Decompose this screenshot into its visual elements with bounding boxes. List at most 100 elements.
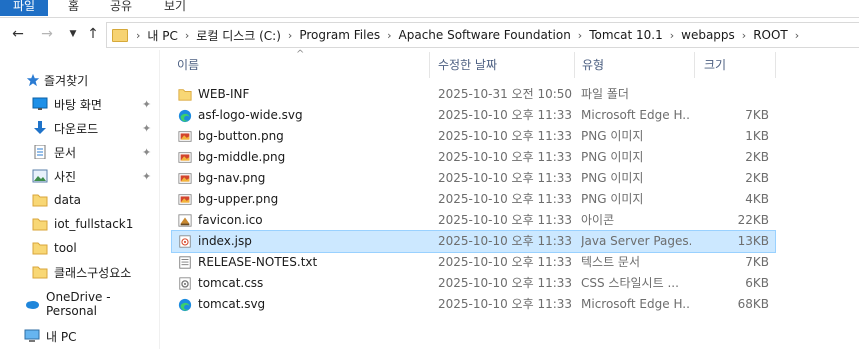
crumb-program-files[interactable]: Program Files xyxy=(299,28,380,42)
sidebar-item-pictures[interactable]: 사진 ✦ xyxy=(32,164,159,188)
pin-icon[interactable]: ✦ xyxy=(142,98,151,111)
crumb-tomcat[interactable]: Tomcat 10.1 xyxy=(589,28,663,42)
edge-icon xyxy=(178,298,192,312)
column-divider[interactable] xyxy=(574,52,575,78)
file-name: tomcat.svg xyxy=(198,297,266,311)
file-date: 2025-10-10 오후 11:33 xyxy=(438,192,573,206)
file-size: 4KB xyxy=(745,192,769,206)
sidebar-item-desktop[interactable]: 바탕 화면 ✦ xyxy=(32,92,159,116)
crumb-webapps[interactable]: webapps xyxy=(681,28,735,42)
sidebar-item-downloads[interactable]: 다운로드 ✦ xyxy=(32,116,159,140)
sidebar-item-tool[interactable]: tool xyxy=(32,236,159,260)
file-size: 2KB xyxy=(745,150,769,164)
folder-icon xyxy=(32,242,48,255)
column-header-size[interactable]: 크기 xyxy=(704,52,764,78)
file-type: CSS 스타일시트 ... xyxy=(581,276,679,290)
css-icon xyxy=(179,277,191,290)
folder-icon xyxy=(178,89,192,101)
sidebar-item-label: OneDrive - Personal xyxy=(46,290,111,318)
file-row[interactable]: favicon.ico 2025-10-10 오후 11:33 아이콘 22KB xyxy=(172,210,775,231)
sidebar-item-label: 클래스구성요소 xyxy=(54,265,132,280)
folder-icon xyxy=(32,266,48,279)
file-size: 68KB xyxy=(737,297,769,311)
pin-icon[interactable]: ✦ xyxy=(142,170,151,183)
tab-home[interactable]: 홈 xyxy=(68,0,79,16)
file-size: 7KB xyxy=(745,108,769,122)
file-size: 22KB xyxy=(737,213,769,227)
sidebar-item-data[interactable]: data xyxy=(32,188,159,212)
file-date: 2025-10-10 오후 11:33 xyxy=(438,255,573,269)
crumb-this-pc[interactable]: 내 PC xyxy=(147,27,177,44)
tab-view[interactable]: 보기 xyxy=(164,0,186,16)
chevron-right-icon[interactable]: › xyxy=(387,29,391,42)
file-type: 아이콘 xyxy=(581,213,615,227)
chevron-right-icon[interactable]: › xyxy=(795,29,799,42)
sidebar-item-label: data xyxy=(54,193,82,207)
file-name: bg-button.png xyxy=(198,129,284,143)
sidebar-item-onedrive[interactable]: OneDrive - Personal xyxy=(24,290,159,318)
file-row[interactable]: asf-logo-wide.svg 2025-10-10 오후 11:33 Mi… xyxy=(172,105,775,126)
navigation-pane: 즐겨찾기 바탕 화면 ✦ 다운로드 ✦ 문서 ✦ 사진 ✦ data iot_f… xyxy=(0,58,159,349)
column-header-type[interactable]: 유형 xyxy=(582,52,682,78)
chevron-right-icon[interactable]: › xyxy=(742,29,746,42)
image-icon xyxy=(178,173,192,184)
file-name: WEB-INF xyxy=(198,87,250,101)
sidebar-item-class-components[interactable]: 클래스구성요소 xyxy=(32,260,159,284)
chevron-right-icon[interactable]: › xyxy=(670,29,674,42)
file-row[interactable]: tomcat.svg 2025-10-10 오후 11:33 Microsoft… xyxy=(172,294,775,315)
documents-icon xyxy=(34,145,46,159)
back-arrow-icon[interactable]: ← xyxy=(9,24,27,44)
star-icon xyxy=(26,73,40,87)
sidebar-item-quick-access[interactable]: 즐겨찾기 xyxy=(26,68,185,92)
sidebar-item-iot[interactable]: iot_fullstack1 xyxy=(32,212,159,236)
text-icon xyxy=(179,256,191,269)
crumb-root[interactable]: ROOT xyxy=(753,28,788,42)
sidebar-item-documents[interactable]: 문서 ✦ xyxy=(32,140,159,164)
file-name: asf-logo-wide.svg xyxy=(198,108,303,122)
file-type: PNG 이미지 xyxy=(581,192,644,206)
column-divider[interactable] xyxy=(694,52,695,78)
file-date: 2025-10-10 오후 11:33 xyxy=(438,150,573,164)
file-row-selected[interactable]: index.jsp 2025-10-10 오후 11:33 Java Serve… xyxy=(171,230,776,253)
chevron-right-icon[interactable]: › xyxy=(288,29,292,42)
file-row[interactable]: WEB-INF 2025-10-31 오전 10:50 파일 폴더 xyxy=(172,84,775,105)
desktop-icon xyxy=(32,97,48,110)
file-type: Microsoft Edge H... xyxy=(581,297,691,311)
pin-icon[interactable]: ✦ xyxy=(142,122,151,135)
crumb-apache[interactable]: Apache Software Foundation xyxy=(399,28,571,42)
folder-icon xyxy=(32,194,48,207)
column-divider[interactable] xyxy=(775,52,776,78)
file-name: bg-middle.png xyxy=(198,150,286,164)
chevron-right-icon[interactable]: › xyxy=(578,29,582,42)
address-bar[interactable]: › 내 PC › 로컬 디스크 (C:) › Program Files › A… xyxy=(106,22,859,48)
file-name: RELEASE-NOTES.txt xyxy=(198,255,318,269)
file-row[interactable]: bg-middle.png 2025-10-10 오후 11:33 PNG 이미… xyxy=(172,147,775,168)
recent-locations-chevron-icon[interactable]: ▼ xyxy=(64,24,82,44)
file-row[interactable]: bg-button.png 2025-10-10 오후 11:33 PNG 이미… xyxy=(172,126,775,147)
file-row[interactable]: RELEASE-NOTES.txt 2025-10-10 오후 11:33 텍스… xyxy=(172,252,775,273)
file-date: 2025-10-10 오후 11:33 xyxy=(438,297,573,311)
column-divider[interactable] xyxy=(429,52,430,78)
ico-icon xyxy=(178,214,192,227)
tab-file[interactable]: 파일 xyxy=(0,0,48,16)
file-size: 6KB xyxy=(745,276,769,290)
sidebar-item-label: 문서 xyxy=(54,145,77,160)
tab-share[interactable]: 공유 xyxy=(110,0,132,16)
file-row[interactable]: bg-upper.png 2025-10-10 오후 11:33 PNG 이미지… xyxy=(172,189,775,210)
column-header-name[interactable]: 이름 xyxy=(177,52,427,78)
pictures-icon xyxy=(32,169,48,183)
sidebar-item-label: tool xyxy=(54,241,77,255)
up-arrow-icon[interactable]: ↑ xyxy=(84,24,102,44)
forward-arrow-icon[interactable]: → xyxy=(38,24,56,44)
file-row[interactable]: bg-nav.png 2025-10-10 오후 11:33 PNG 이미지 2… xyxy=(172,168,775,189)
edge-icon xyxy=(178,109,192,123)
chevron-right-icon[interactable]: › xyxy=(185,29,189,42)
crumb-local-disk[interactable]: 로컬 디스크 (C:) xyxy=(196,27,281,44)
column-header-date[interactable]: 수정한 날짜 xyxy=(438,52,568,78)
file-date: 2025-10-10 오후 11:33 xyxy=(438,234,573,248)
pane-divider[interactable] xyxy=(159,50,160,349)
file-size: 2KB xyxy=(745,171,769,185)
sidebar-item-this-pc[interactable]: 내 PC xyxy=(24,324,159,348)
file-row[interactable]: tomcat.css 2025-10-10 오후 11:33 CSS 스타일시트… xyxy=(172,273,775,294)
pin-icon[interactable]: ✦ xyxy=(142,146,151,159)
